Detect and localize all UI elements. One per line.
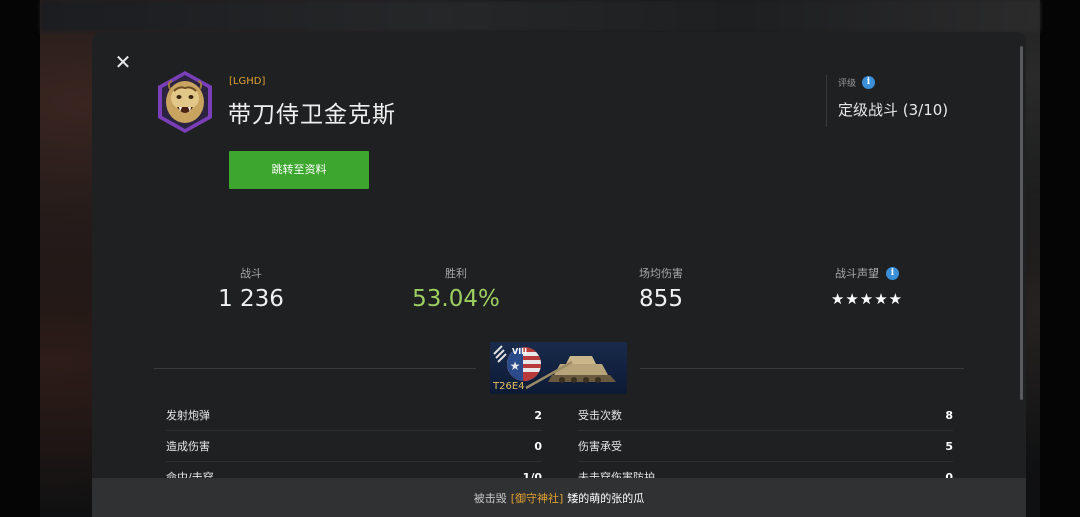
letterbox-left [0, 0, 40, 517]
reputation-stars: ★★★★★ [830, 290, 904, 308]
stat-battles-value: 1 236 [218, 286, 284, 312]
stat-avg-damage: 场均伤害 855 [561, 265, 761, 312]
kill-notification-bar: 被击毁 [御守神社] 矮的萌的张的瓜 [92, 478, 1026, 517]
rating-divider [826, 75, 827, 127]
clan-emblem-tiger-icon [158, 71, 212, 133]
stat-avg-damage-label: 场均伤害 [639, 267, 683, 280]
rating-value: 定级战斗 (3/10) [838, 101, 949, 119]
detail-label: 造成伤害 [166, 440, 210, 453]
stat-reputation-label: 战斗声望 [835, 267, 879, 280]
detail-value: 2 [534, 408, 542, 422]
tank-card[interactable]: ★ VIII T26E4 [490, 342, 627, 394]
detail-row: 伤害承受 5 [578, 431, 953, 462]
detail-label: 发射炮弹 [166, 409, 210, 422]
stat-battles: 战斗 1 236 [151, 265, 351, 312]
stat-wins-label: 胜利 [445, 267, 467, 280]
detail-row: 受击次数 8 [578, 400, 953, 431]
scrollbar[interactable] [1020, 46, 1023, 400]
rating-label-group: 评级 i [838, 76, 876, 89]
killer-clan-tag: [御守神社] [510, 491, 564, 505]
close-icon[interactable]: ✕ [114, 52, 132, 72]
detail-value: 8 [945, 408, 953, 422]
info-icon[interactable]: i [886, 266, 899, 280]
detail-value: 5 [945, 439, 953, 453]
killer-name: 矮的萌的张的瓜 [567, 491, 645, 505]
player-stats-modal: ✕ [LGHD] 带刀侍卫金克斯 跳转至资料 评级 i 定级战斗 (3/10) … [92, 32, 1026, 517]
detail-row: 造成伤害 0 [166, 431, 542, 462]
clan-tag: [LGHD] [229, 76, 266, 87]
go-to-profile-button[interactable]: 跳转至资料 [229, 151, 369, 189]
background-top-strip [40, 0, 1040, 32]
section-divider-left [154, 368, 476, 369]
stat-battles-label: 战斗 [240, 267, 262, 280]
stat-reputation: 战斗声望 i ★★★★★ [767, 265, 967, 308]
section-divider-right [640, 368, 964, 369]
kill-prefix: 被击毁 [473, 491, 507, 505]
svg-text:★: ★ [510, 359, 521, 373]
stat-wins: 胜利 53.04% [356, 265, 556, 312]
stat-avg-damage-value: 855 [639, 286, 683, 312]
stat-wins-value: 53.04% [412, 286, 500, 312]
letterbox-right [1040, 0, 1080, 517]
detail-value: 0 [534, 439, 542, 453]
tank-tier: VIII [512, 347, 527, 356]
player-name: 带刀侍卫金克斯 [228, 102, 396, 128]
rating-label: 评级 [838, 79, 857, 89]
detail-label: 伤害承受 [578, 440, 622, 453]
detail-row: 发射炮弹 2 [166, 400, 542, 431]
info-icon[interactable]: i [862, 76, 876, 89]
detail-label: 受击次数 [578, 409, 622, 422]
tank-name: T26E4 [493, 381, 525, 392]
